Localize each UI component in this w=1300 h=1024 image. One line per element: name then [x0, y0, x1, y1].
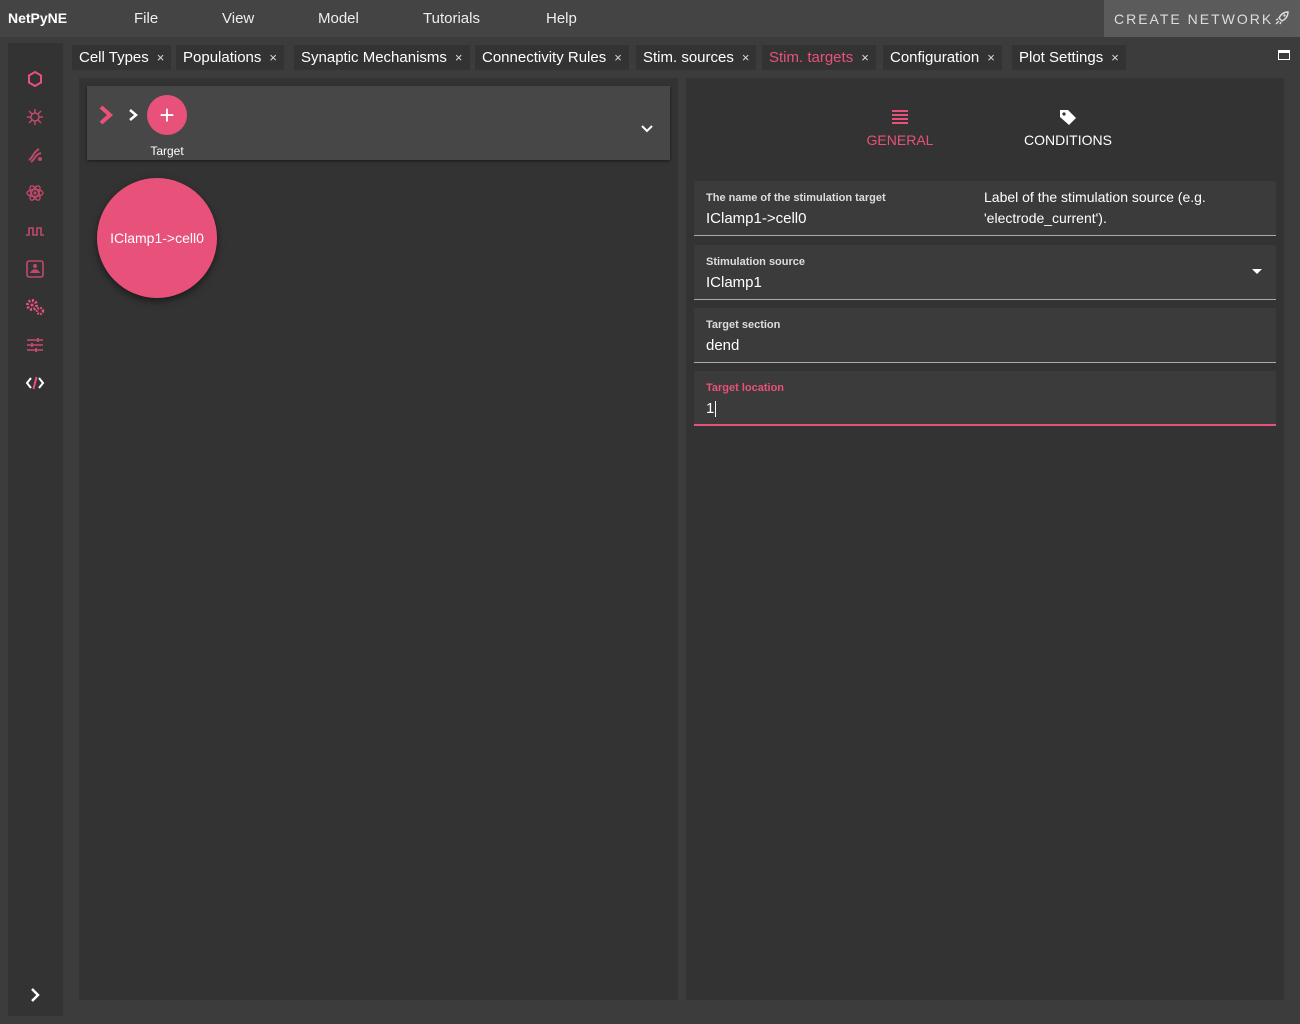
expand-sidebar-icon[interactable]: [26, 986, 44, 1004]
app-brand: NetPyNE: [8, 10, 68, 26]
target-section-field[interactable]: Target section dend: [694, 308, 1276, 363]
targets-list-panel: + Target IClamp1->cell0: [79, 78, 678, 1000]
tab-label: Configuration: [890, 49, 980, 66]
menu-tutorials[interactable]: Tutorials: [423, 10, 480, 27]
tab-conditions-label: CONDITIONS: [1024, 132, 1112, 148]
create-network-button[interactable]: CREATE NETWORK: [1104, 0, 1300, 37]
name-field-label: The name of the stimulation target: [706, 192, 886, 204]
tab-label: Stim. sources: [643, 49, 734, 66]
tab-configuration[interactable]: Configuration ×: [883, 45, 1002, 70]
source-field-label: Stimulation source: [706, 256, 806, 268]
source-field-value: IClamp1: [706, 274, 762, 291]
location-field-label: Target location: [706, 382, 785, 394]
section-field-value: dend: [706, 337, 740, 354]
location-value-text: 1: [706, 400, 715, 417]
tab-label: Cell Types: [79, 49, 149, 66]
name-field-value: IClamp1->cell0: [706, 210, 807, 227]
text-caret: [715, 401, 717, 418]
tab-general[interactable]: GENERAL: [840, 108, 960, 148]
tab-synaptic-mechanisms[interactable]: Synaptic Mechanisms ×: [294, 45, 470, 70]
tag-icon: [1060, 110, 1076, 125]
list-icon: [892, 110, 908, 124]
chevron-right-icon[interactable]: [97, 104, 115, 126]
tab-label: Populations: [183, 49, 262, 66]
tab-plot-settings[interactable]: Plot Settings ×: [1012, 45, 1126, 70]
close-icon[interactable]: ×: [742, 50, 750, 65]
menu-file[interactable]: File: [134, 10, 158, 27]
synapse-icon[interactable]: [23, 143, 47, 167]
add-target-label: Target: [150, 144, 184, 158]
target-card[interactable]: IClamp1->cell0: [97, 178, 217, 298]
sidebar: [8, 43, 63, 1016]
chevron-right-icon: [129, 109, 138, 121]
close-icon[interactable]: ×: [614, 50, 622, 65]
pulse-icon[interactable]: [23, 219, 47, 243]
code-icon[interactable]: [23, 371, 47, 395]
tab-conditions[interactable]: CONDITIONS: [1008, 108, 1128, 148]
tooltip: Label of the stimulation source (e.g. 'e…: [976, 181, 1276, 234]
breadcrumb: + Target: [87, 86, 670, 160]
tab-label: Plot Settings: [1019, 49, 1104, 66]
cell-icon[interactable]: [23, 105, 47, 129]
target-detail-panel: GENERAL CONDITIONS The name of the stimu…: [686, 78, 1284, 1000]
close-icon[interactable]: ×: [987, 50, 995, 65]
stim-target-icon[interactable]: [23, 257, 47, 281]
tab-general-label: GENERAL: [866, 132, 934, 148]
create-network-label: CREATE NETWORK: [1114, 10, 1274, 27]
tab-stim-sources[interactable]: Stim. sources ×: [636, 45, 757, 70]
menu-help[interactable]: Help: [546, 10, 577, 27]
tab-label: Synaptic Mechanisms: [301, 49, 447, 66]
tab-cell-types[interactable]: Cell Types ×: [72, 45, 172, 70]
target-location-field[interactable]: Target location 1: [694, 371, 1276, 426]
tab-stim-targets[interactable]: Stim. targets ×: [762, 45, 876, 70]
menu-view[interactable]: View: [222, 10, 254, 27]
location-field-value[interactable]: 1: [706, 400, 717, 418]
hexagon-icon[interactable]: [23, 67, 47, 91]
close-icon[interactable]: ×: [861, 50, 869, 65]
sliders-icon[interactable]: [23, 333, 47, 357]
tab-populations[interactable]: Populations ×: [176, 45, 284, 70]
dropdown-arrow-icon[interactable]: [1252, 269, 1262, 274]
chevron-down-icon[interactable]: [640, 124, 654, 134]
tab-label: Connectivity Rules: [482, 49, 607, 66]
menu-model[interactable]: Model: [318, 10, 359, 27]
section-field-label: Target section: [706, 319, 781, 331]
close-icon[interactable]: ×: [1111, 50, 1119, 65]
gears-icon[interactable]: [23, 295, 47, 319]
add-target-button[interactable]: +: [147, 95, 187, 135]
tab-connectivity-rules[interactable]: Connectivity Rules ×: [475, 45, 629, 70]
stimulation-source-select[interactable]: Stimulation source IClamp1: [694, 245, 1276, 300]
close-icon[interactable]: ×: [157, 50, 165, 65]
close-icon[interactable]: ×: [455, 50, 463, 65]
close-icon[interactable]: ×: [269, 50, 277, 65]
top-bar: NetPyNE File View Model Tutorials Help C…: [0, 0, 1300, 37]
tab-label: Stim. targets: [769, 49, 854, 66]
maximize-icon[interactable]: [1278, 50, 1290, 60]
atom-icon[interactable]: [23, 181, 47, 205]
rocket-icon: [1275, 11, 1289, 25]
